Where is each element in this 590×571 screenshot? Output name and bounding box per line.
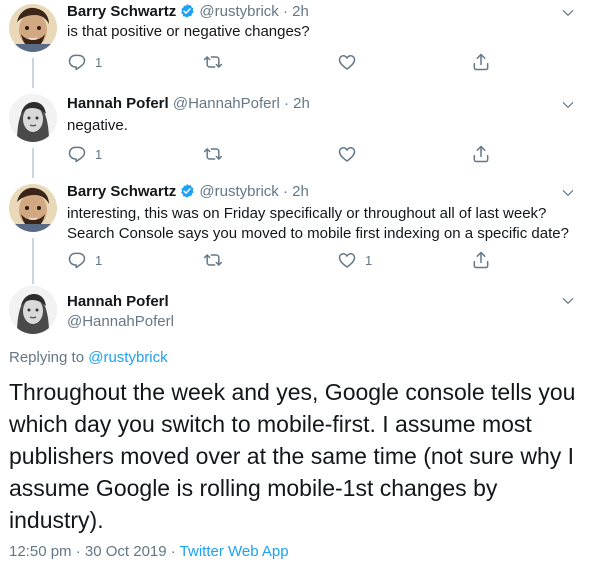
verified-badge-icon bbox=[179, 3, 195, 19]
reply-icon bbox=[67, 144, 87, 164]
share-icon bbox=[471, 144, 491, 164]
retweet-button[interactable] bbox=[203, 52, 223, 72]
share-icon bbox=[471, 52, 491, 72]
heart-icon bbox=[337, 250, 357, 270]
avatar[interactable] bbox=[9, 184, 57, 232]
thread-tweet[interactable]: Barry Schwartz @rustybrick · 2h is that … bbox=[0, 0, 590, 88]
tweet-actions: 1 bbox=[67, 52, 507, 72]
author-name[interactable]: Barry Schwartz bbox=[67, 3, 176, 20]
thread-line bbox=[32, 238, 34, 284]
replying-to-label: Replying to bbox=[9, 349, 89, 366]
retweet-icon bbox=[203, 144, 223, 164]
retweet-icon bbox=[203, 250, 223, 270]
like-button[interactable] bbox=[337, 144, 365, 164]
separator-dot: · bbox=[282, 3, 288, 20]
chevron-down-icon[interactable] bbox=[561, 186, 575, 200]
tweet-text-line: interesting, this was on Friday specific… bbox=[67, 205, 547, 222]
avatar[interactable] bbox=[9, 94, 57, 142]
heart-icon bbox=[337, 52, 357, 72]
avatar-image bbox=[9, 184, 57, 232]
avatar-image bbox=[9, 94, 57, 142]
tweet-time[interactable]: 2h bbox=[293, 95, 310, 112]
avatar-image bbox=[9, 4, 57, 52]
thread-line bbox=[32, 58, 34, 88]
reply-button[interactable]: 1 bbox=[67, 52, 102, 72]
heart-icon bbox=[337, 144, 357, 164]
retweet-button[interactable] bbox=[203, 250, 223, 270]
retweet-button[interactable] bbox=[203, 144, 223, 164]
tweet-text: negative. bbox=[67, 117, 128, 134]
chevron-down-icon[interactable] bbox=[561, 98, 575, 112]
tweet-actions: 1 bbox=[67, 144, 507, 164]
like-button[interactable]: 1 bbox=[337, 250, 372, 270]
author-name[interactable]: Hannah Poferl bbox=[67, 293, 169, 310]
tweet-body: Throughout the week and yes, Google cons… bbox=[9, 379, 576, 533]
thread-tweet[interactable]: Hannah Poferl @HannahPoferl · 2h negativ… bbox=[0, 92, 590, 178]
reply-count: 1 bbox=[95, 146, 103, 162]
share-button[interactable] bbox=[471, 250, 491, 270]
tweet-source[interactable]: Twitter Web App bbox=[180, 543, 289, 560]
avatar-image bbox=[9, 286, 57, 334]
thread-tweet[interactable]: Barry Schwartz @rustybrick · 2h interest… bbox=[0, 180, 590, 284]
tweet-header: Hannah Poferl @HannahPoferl · 2h bbox=[67, 94, 310, 114]
author-handle[interactable]: @HannahPoferl bbox=[67, 313, 174, 330]
tweet-timestamp[interactable]: 12:50 pm · 30 Oct 2019 bbox=[9, 543, 167, 560]
like-count: 1 bbox=[365, 252, 373, 268]
focused-tweet: Hannah Poferl @HannahPoferl Replying to … bbox=[0, 284, 590, 571]
author-handle[interactable]: @rustybrick bbox=[199, 183, 278, 200]
thread-line bbox=[32, 148, 34, 178]
reply-count: 1 bbox=[95, 252, 103, 268]
tweet-header: Barry Schwartz @rustybrick · 2h bbox=[67, 2, 309, 22]
author-handle[interactable]: @HannahPoferl bbox=[173, 95, 280, 112]
chevron-down-icon[interactable] bbox=[561, 294, 575, 308]
reply-count: 1 bbox=[95, 54, 103, 70]
replying-to-link[interactable]: @rustybrick bbox=[88, 349, 167, 366]
verified-badge-icon bbox=[179, 183, 195, 199]
author-handle[interactable]: @rustybrick bbox=[199, 3, 278, 20]
share-button[interactable] bbox=[471, 144, 491, 164]
reply-button[interactable]: 1 bbox=[67, 250, 102, 270]
avatar[interactable] bbox=[9, 286, 57, 334]
tweet-header: Barry Schwartz @rustybrick · 2h bbox=[67, 182, 309, 202]
like-button[interactable] bbox=[337, 52, 365, 72]
separator-dot: · bbox=[166, 543, 180, 560]
separator-dot: · bbox=[284, 95, 289, 112]
tweet-time[interactable]: 2h bbox=[292, 3, 309, 20]
author-name[interactable]: Hannah Poferl bbox=[67, 95, 169, 112]
replying-to: Replying to @rustybrick bbox=[9, 349, 168, 366]
tweet-actions: 1 1 bbox=[67, 250, 507, 270]
tweet-text-line: Search Console says you moved to mobile … bbox=[67, 225, 569, 242]
share-button[interactable] bbox=[471, 52, 491, 72]
author-name[interactable]: Barry Schwartz bbox=[67, 183, 176, 200]
tweet-text: is that positive or negative changes? bbox=[67, 23, 310, 40]
tweet-time[interactable]: 2h bbox=[292, 183, 309, 200]
separator-dot: · bbox=[282, 183, 288, 200]
tweet-meta: 12:50 pm · 30 Oct 2019 · Twitter Web App bbox=[9, 543, 289, 560]
avatar[interactable] bbox=[9, 4, 57, 52]
chevron-down-icon[interactable] bbox=[561, 6, 575, 20]
retweet-icon bbox=[203, 52, 223, 72]
reply-icon bbox=[67, 52, 87, 72]
share-icon bbox=[471, 250, 491, 270]
reply-icon bbox=[67, 250, 87, 270]
reply-button[interactable]: 1 bbox=[67, 144, 102, 164]
